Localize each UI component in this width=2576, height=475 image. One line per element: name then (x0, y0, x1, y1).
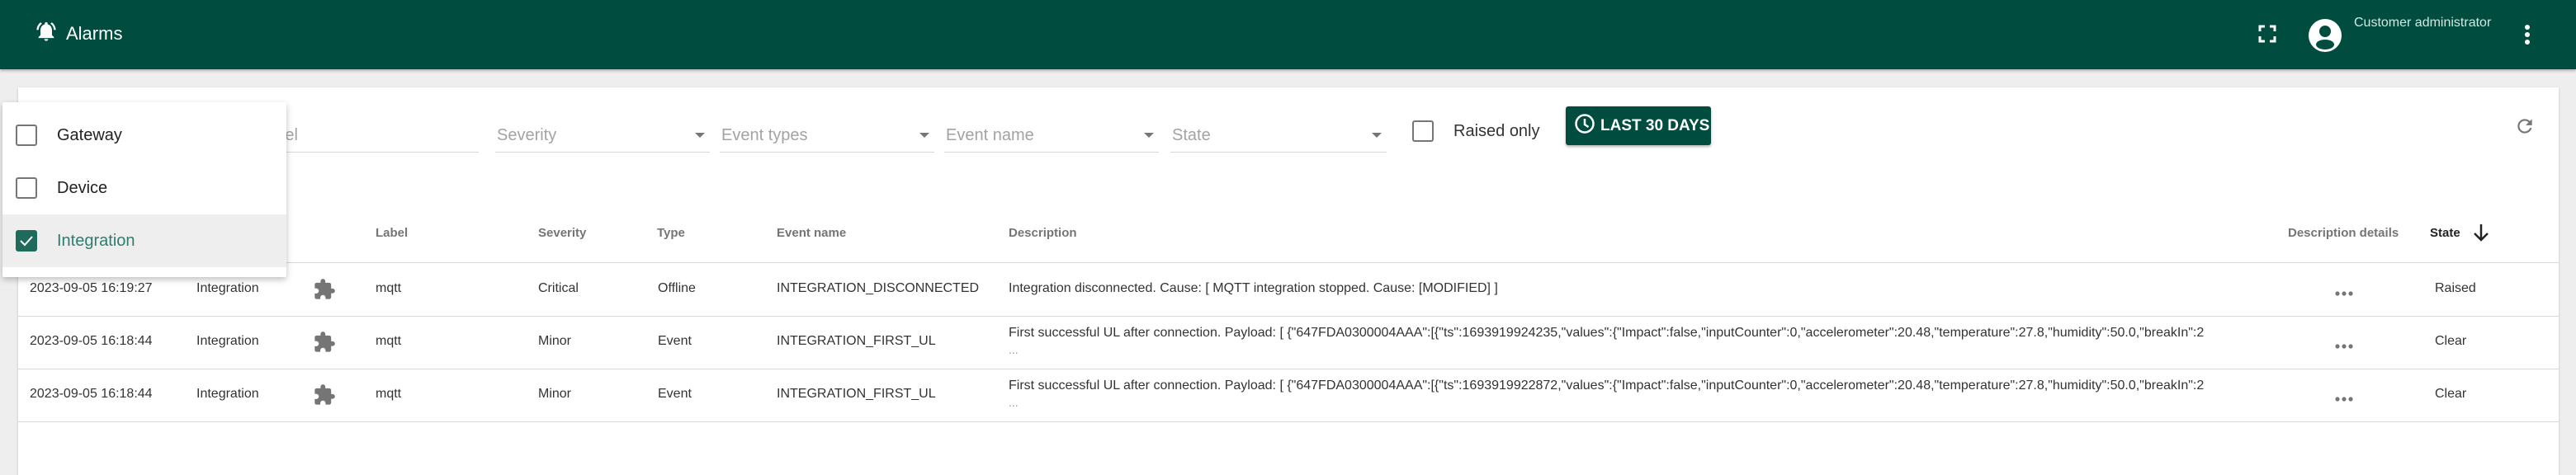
created-time: 2023-09-05 16:19:27 (30, 281, 153, 295)
event-name: INTEGRATION_FIRST_UL (777, 334, 936, 348)
option-label: Integration (57, 231, 135, 250)
checkbox-box[interactable] (16, 177, 37, 199)
description-more: ... (1009, 396, 1019, 409)
severity: Critical (538, 281, 579, 295)
alarm-state: Clear (2435, 334, 2467, 348)
event-name-placeholder: Event name (946, 126, 1034, 144)
option-label: Device (57, 178, 108, 197)
event-types-select[interactable]: Event types (720, 120, 934, 153)
column-header-description-details: Description details (2288, 226, 2399, 240)
fullscreen-icon[interactable] (2258, 25, 2276, 43)
event-name-select[interactable]: Event name (944, 120, 1159, 153)
checkbox-checked[interactable] (16, 230, 37, 252)
chevron-down-icon (1144, 133, 1154, 138)
column-header-description[interactable]: Description (1009, 226, 1077, 240)
state-select[interactable]: State (1170, 120, 1387, 153)
raised-only-checkbox[interactable]: Raised only (1412, 120, 1540, 142)
more-horiz-icon[interactable] (2334, 339, 2354, 354)
time-period-label: LAST 30 DAYS (1600, 116, 1710, 134)
top-app-bar: Alarms Customer administrator (0, 0, 2576, 69)
label-filter-input[interactable]: Label (256, 120, 479, 153)
puzzle-icon (313, 383, 336, 411)
checkbox-box[interactable] (1412, 120, 1434, 142)
column-header-severity[interactable]: Severity (538, 226, 586, 240)
page-title: Alarms (66, 22, 123, 44)
checkbox-box[interactable] (16, 125, 37, 146)
page-title-wrap: Alarms (35, 20, 122, 47)
alarm-state: Raised (2435, 281, 2476, 295)
account-circle-icon[interactable] (2309, 19, 2342, 52)
raised-only-label: Raised only (1453, 121, 1540, 140)
entity-type-option-gateway[interactable]: Gateway (2, 109, 286, 162)
severity: Minor (538, 387, 572, 401)
state-placeholder: State (1172, 126, 1211, 144)
severity-select[interactable]: Severity (495, 120, 710, 153)
entity-type: Integration (196, 334, 259, 348)
user-name[interactable]: Customer administrator (2354, 16, 2491, 31)
chevron-down-icon (919, 133, 929, 138)
entity-type: Integration (196, 281, 259, 295)
created-time: 2023-09-05 16:18:44 (30, 387, 153, 401)
table-row[interactable]: 2023-09-05 16:18:44 Integration mqtt Minor E… (18, 316, 2559, 369)
event-types-placeholder: Event types (721, 126, 808, 144)
description: Integration disconnected. Cause: [ MQTT … (1009, 281, 1498, 295)
alarm-bell-icon (35, 20, 58, 47)
event-name: INTEGRATION_DISCONNECTED (777, 281, 980, 295)
refresh-icon[interactable] (2514, 115, 2536, 137)
description-more: ... (1009, 343, 1019, 356)
puzzle-icon (313, 278, 336, 305)
option-label: Gateway (57, 125, 122, 144)
entity-type-option-integration[interactable]: Integration (2, 214, 286, 267)
row-divider (18, 421, 2559, 422)
column-header-event-name[interactable]: Event name (777, 226, 846, 240)
alarm-type: Event (658, 334, 692, 348)
clock-icon (1574, 113, 1600, 139)
alarm-label: mqtt (376, 387, 402, 401)
entity-type: Integration (196, 387, 259, 401)
time-period-button[interactable]: LAST 30 DAYS (1566, 106, 1711, 145)
severity: Minor (538, 334, 572, 348)
arrow-down-icon[interactable] (2472, 223, 2490, 247)
more-horiz-icon[interactable] (2334, 392, 2354, 407)
more-vert-icon[interactable] (2522, 24, 2532, 45)
alarm-state: Clear (2435, 387, 2467, 401)
alarm-label: mqtt (376, 281, 402, 295)
description: First successful UL after connection. Pa… (1009, 379, 2205, 393)
entity-type-dropdown: Gateway Device Integration (2, 102, 286, 277)
puzzle-icon (313, 331, 336, 358)
column-header-label[interactable]: Label (376, 226, 408, 240)
event-name: INTEGRATION_FIRST_UL (777, 387, 936, 401)
table-row[interactable]: 2023-09-05 16:19:27 Integration mqtt Critic… (18, 263, 2559, 316)
alarm-type: Event (658, 387, 692, 401)
created-time: 2023-09-05 16:18:44 (30, 334, 153, 348)
chevron-down-icon (1372, 133, 1382, 138)
severity-placeholder: Severity (497, 126, 557, 144)
alarm-type: Offline (658, 281, 696, 295)
description: First successful UL after connection. Pa… (1009, 326, 2205, 340)
alarm-label: mqtt (376, 334, 402, 348)
chevron-down-icon (695, 133, 705, 138)
column-header-state[interactable]: State (2430, 226, 2460, 240)
more-horiz-icon[interactable] (2334, 286, 2354, 301)
table-row[interactable]: 2023-09-05 16:18:44 Integration mqtt Minor E… (18, 369, 2559, 421)
entity-type-option-device[interactable]: Device (2, 162, 286, 214)
column-header-type[interactable]: Type (657, 226, 685, 240)
